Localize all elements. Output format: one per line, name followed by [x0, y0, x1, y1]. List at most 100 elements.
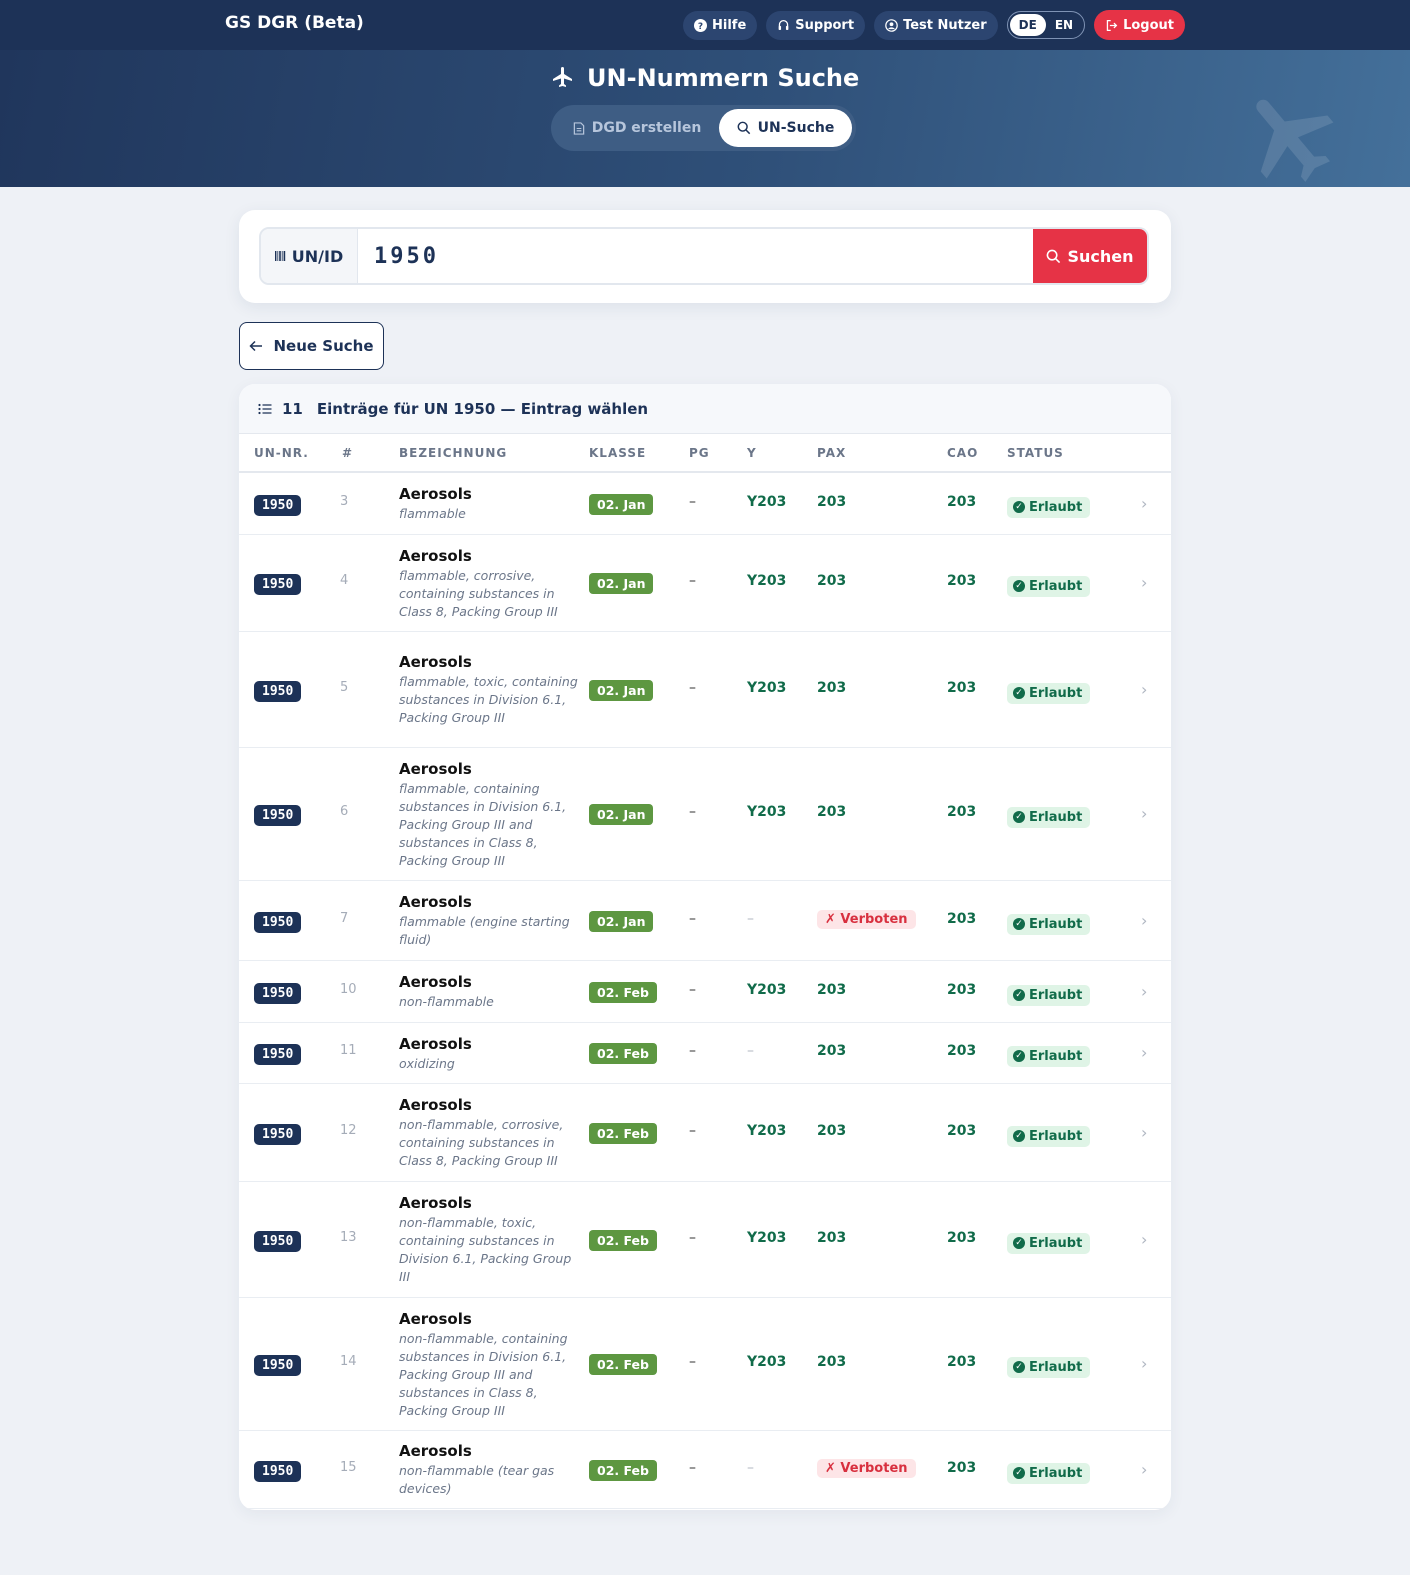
cao-value: 203	[947, 680, 977, 696]
limited-quantity: Y203	[747, 680, 787, 696]
col-pg: PG	[689, 446, 710, 460]
pax-value: 203	[817, 982, 847, 998]
new-search-button[interactable]: Neue Suche	[239, 322, 384, 370]
table-row[interactable]: 1950 14 Aerosols non-flammable, containi…	[239, 1298, 1171, 1431]
pax-value: 203	[817, 1123, 847, 1139]
un-badge: 1950	[254, 681, 302, 702]
check-circle-icon: ✓	[1013, 1361, 1025, 1373]
search-button-label: Suchen	[1067, 246, 1134, 266]
col-description: BEZEICHNUNG	[399, 446, 508, 460]
results-card: 11 Einträge für UN 1950 — Eintrag wählen…	[239, 384, 1171, 1510]
status-label: Erlaubt	[1029, 1235, 1083, 1251]
un-cell: 1950	[254, 804, 302, 826]
top-navbar: GS DGR (Beta) ? Hilfe Support Test Nutze…	[0, 0, 1410, 50]
table-row[interactable]: 1950 4 Aerosols flammable, corrosive, co…	[239, 535, 1171, 632]
lang-de-button[interactable]: DE	[1009, 14, 1046, 36]
table-row[interactable]: 1950 12 Aerosols non-flammable, corrosiv…	[239, 1084, 1171, 1182]
un-search-input[interactable]	[358, 229, 1033, 283]
language-switch: DE EN	[1006, 11, 1086, 39]
page-title: UN-Nummern Suche	[0, 64, 1410, 92]
packing-group: –	[689, 1354, 696, 1370]
cao-value: 203	[947, 573, 977, 589]
un-cell: 1950	[254, 982, 302, 1004]
status-label: Erlaubt	[1029, 987, 1083, 1003]
table-row[interactable]: 1950 5 Aerosols flammable, toxic, contai…	[239, 632, 1171, 748]
status-badge: ✓ Erlaubt	[1007, 496, 1091, 518]
un-badge: 1950	[254, 1231, 302, 1252]
table-row[interactable]: 1950 7 Aerosols flammable (engine starti…	[239, 881, 1171, 961]
status-badge: ✓ Erlaubt	[1007, 1045, 1091, 1067]
user-menu-button[interactable]: Test Nutzer	[874, 10, 998, 40]
table-row[interactable]: 1950 3 Aerosols flammable 02. Jan – Y203…	[239, 473, 1171, 535]
table-row[interactable]: 1950 6 Aerosols flammable, containing su…	[239, 748, 1171, 881]
chevron-right-icon: ›	[1141, 911, 1148, 930]
description-detail: flammable	[399, 506, 466, 521]
search-button[interactable]: Suchen	[1033, 229, 1147, 283]
class-cell: 02. Jan	[589, 573, 654, 594]
check-circle-icon: ✓	[1013, 501, 1025, 513]
description-cell: Aerosols non-flammable, corrosive, conta…	[399, 1084, 579, 1182]
un-badge: 1950	[254, 983, 302, 1004]
table-row[interactable]: 1950 15 Aerosols non-flammable (tear gas…	[239, 1431, 1171, 1509]
description-cell: Aerosols flammable	[399, 473, 579, 535]
airplane-icon	[1256, 99, 1334, 182]
nav-actions: ? Hilfe Support Test Nutzer DE EN Logout	[683, 10, 1185, 40]
tab-dgd-erstellen[interactable]: DGD erstellen	[555, 109, 719, 147]
table-row[interactable]: 1950 10 Aerosols non-flammable 02. Feb –…	[239, 961, 1171, 1023]
chevron-right-icon: ›	[1141, 573, 1148, 592]
entry-index: 14	[340, 1354, 357, 1369]
entry-index: 11	[340, 1043, 357, 1058]
status-badge: ✓ Erlaubt	[1007, 806, 1091, 828]
check-circle-icon: ✓	[1013, 580, 1025, 592]
check-circle-icon: ✓	[1013, 1130, 1025, 1142]
description-detail: non-flammable, containing substances in …	[399, 1330, 568, 1418]
entry-index: 5	[340, 680, 349, 695]
packing-group: –	[689, 804, 696, 820]
class-cell: 02. Feb	[589, 1460, 657, 1481]
proper-shipping-name: Aerosols	[399, 1034, 472, 1053]
pax-cell: 203	[817, 804, 846, 820]
description-detail: oxidizing	[399, 1055, 455, 1071]
new-search-label: Neue Suche	[273, 337, 374, 355]
description-detail: flammable, toxic, containing substances …	[399, 674, 578, 725]
description-cell: Aerosols non-flammable, toxic, containin…	[399, 1182, 579, 1298]
user-label: Test Nutzer	[903, 17, 987, 33]
chevron-right-icon: ›	[1141, 680, 1148, 699]
description-detail: non-flammable, toxic, containing substan…	[399, 1215, 572, 1284]
class-badge: 02. Feb	[589, 1354, 657, 1375]
tab-un-suche[interactable]: UN-Suche	[719, 109, 852, 147]
support-button[interactable]: Support	[766, 10, 866, 40]
table-row[interactable]: 1950 13 Aerosols non-flammable, toxic, c…	[239, 1182, 1171, 1298]
help-button[interactable]: ? Hilfe	[683, 10, 758, 40]
packing-group: –	[689, 1043, 696, 1059]
proper-shipping-name: Aerosols	[399, 653, 472, 671]
table-row[interactable]: 1950 11 Aerosols oxidizing 02. Feb – – 2…	[239, 1023, 1171, 1084]
brand-title[interactable]: GS DGR (Beta)	[225, 13, 364, 33]
status-label: Erlaubt	[1029, 499, 1083, 515]
un-badge: 1950	[254, 574, 302, 595]
packing-group: –	[689, 911, 696, 927]
col-y: Y	[747, 446, 757, 460]
proper-shipping-name: Aerosols	[399, 1309, 472, 1328]
status-cell: ✓ Erlaubt	[1007, 911, 1091, 935]
cao-value: 203	[947, 982, 977, 998]
logout-button[interactable]: Logout	[1094, 10, 1185, 40]
check-circle-icon: ✓	[1013, 687, 1025, 699]
status-cell: ✓ Erlaubt	[1007, 1230, 1091, 1254]
status-badge: ✓ Erlaubt	[1007, 984, 1091, 1006]
limited-quantity: –	[747, 911, 754, 927]
status-cell: ✓ Erlaubt	[1007, 573, 1091, 597]
class-cell: 02. Feb	[589, 1123, 657, 1144]
status-cell: ✓ Erlaubt	[1007, 680, 1091, 704]
limited-quantity: Y203	[747, 982, 787, 998]
class-badge: 02. Jan	[589, 911, 654, 932]
entry-index: 12	[340, 1123, 357, 1138]
lang-en-button[interactable]: EN	[1046, 14, 1082, 36]
pax-cell: 203	[817, 680, 846, 696]
limited-quantity: Y203	[747, 573, 787, 589]
check-circle-icon: ✓	[1013, 989, 1025, 1001]
status-label: Erlaubt	[1029, 1128, 1083, 1144]
hero-banner: UN-Nummern Suche DGD erstellen UN-Suche	[0, 50, 1410, 187]
search-card: UN/ID Suchen	[239, 210, 1171, 303]
table-header: UN-NR. # BEZEICHNUNG KLASSE PG Y PAX CAO…	[239, 434, 1171, 473]
